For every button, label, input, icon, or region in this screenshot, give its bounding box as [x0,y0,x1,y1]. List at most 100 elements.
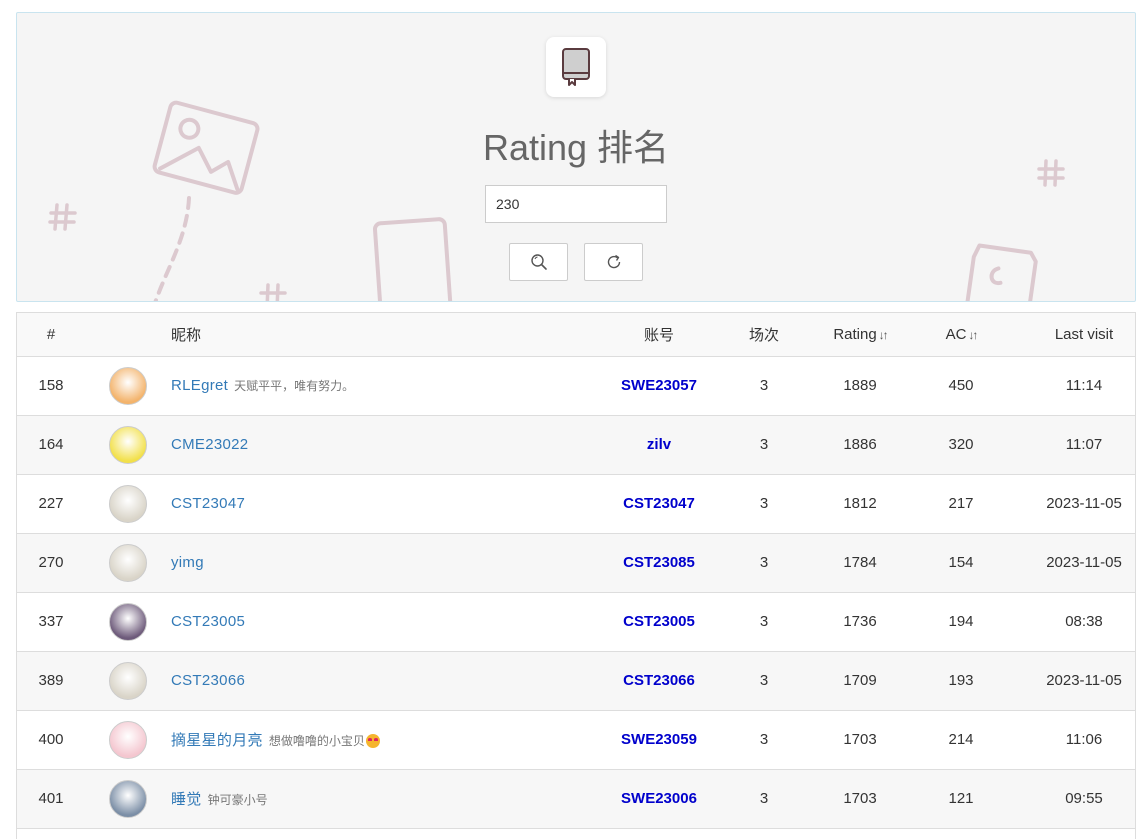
book-icon [562,48,590,86]
rating-cell: 1709 [843,672,877,689]
rank-cell: 270 [38,554,64,571]
rating-cell: 1703 [843,790,877,807]
contests-cell: 3 [759,672,769,689]
header-rating[interactable]: Rating ↓↑ [829,313,891,357]
ac-cell: 121 [948,790,974,807]
ac-cell: 450 [948,377,974,394]
header-ac-label: AC [945,325,967,343]
avatar[interactable] [109,425,147,464]
table-body: 158 RLEgret 天赋平平，唯有努力。 SWE23057 3 1889 450 11:1… [17,356,1135,828]
sort-arrows-icon[interactable]: ↓↑ [879,328,889,342]
account-cell: CST23066 [619,651,699,710]
table-row: 389 CST23066 CST23066 3 1709 193 2023-11-05 [17,651,1135,710]
avatar-cell [85,474,171,533]
nickname-link[interactable]: RLEgret [171,377,228,394]
nickname-cell: yimg [171,533,619,592]
avatar[interactable] [109,602,147,641]
table-row: 270 yimg CST23085 3 1784 154 2023-11-05 [17,533,1135,592]
search-button[interactable] [509,243,568,281]
ac-cell: 320 [948,436,974,453]
header-ac[interactable]: AC ↓↑ [891,313,1031,357]
last-visit-cell: 09:55 [1065,790,1103,807]
account-link[interactable]: SWE23059 [621,731,697,748]
rank-cell: 164 [38,436,64,453]
nickname-link[interactable]: yimg [171,554,204,571]
motto-text: 天赋平平，唯有努力。 [234,379,355,393]
last-visit-cell: 2023-11-05 [1046,672,1122,689]
avatar-cell [85,415,171,474]
contests-cell: 3 [759,377,769,394]
avatar[interactable] [109,661,147,700]
reset-button[interactable] [584,243,643,281]
nickname-link[interactable]: CST23005 [171,613,245,630]
contests-cell: 3 [759,790,769,807]
nickname-link[interactable]: 睡觉 [171,791,202,808]
header-account: 账号 [619,313,699,357]
search-icon [530,254,547,270]
last-visit-cell: 2023-11-05 [1046,495,1122,512]
contests-cell: 3 [759,495,769,512]
logo [546,37,606,97]
last-visit-cell: 11:14 [1065,377,1103,394]
account-link[interactable]: CST23005 [623,613,695,630]
motto-text: 想做噜噜的小宝贝 [268,734,365,748]
ac-cell: 217 [948,495,974,512]
nickname-cell: 摘星星的月亮 想做噜噜的小宝贝 [171,710,619,769]
last-visit-cell: 11:07 [1065,436,1103,453]
contests-cell: 3 [759,436,769,453]
hero-panel: Rating 排名 [16,12,1136,302]
last-visit-cell: 2023-11-05 [1046,554,1122,571]
account-cell: zilv [619,415,699,474]
avatar-cell [85,769,171,828]
page-title: Rating 排名 [482,127,670,168]
nickname-cell: CME23022 [171,415,619,474]
header-avatar [85,313,171,357]
avatar[interactable] [109,779,147,818]
rating-cell: 1703 [843,731,877,748]
rank-cell: 400 [38,731,64,748]
table-row: 227 CST23047 CST23047 3 1812 217 2023-11-05 [17,474,1135,533]
avatar-cell [85,533,171,592]
contests-cell: 3 [759,613,769,630]
rating-cell: 1736 [843,613,877,630]
ac-cell: 194 [948,613,974,630]
header-rating-label: Rating [833,325,877,343]
rating-cell: 1784 [843,554,877,571]
nickname-link[interactable]: CST23047 [171,495,245,512]
sort-arrows-icon[interactable]: ↓↑ [968,328,978,342]
avatar-cell [85,592,171,651]
table-row: 401 睡觉 钟可豪小号 SWE23006 3 1703 121 09:55 [17,769,1135,828]
account-link[interactable]: SWE23006 [621,790,697,807]
account-link[interactable]: CST23085 [623,554,695,571]
avatar[interactable] [109,366,147,405]
account-cell: CST23005 [619,592,699,651]
nickname-cell: 睡觉 钟可豪小号 [171,769,619,828]
nickname-cell: CST23047 [171,474,619,533]
last-visit-cell: 11:06 [1065,731,1103,748]
avatar[interactable] [109,484,147,523]
book-doodle-icon [372,217,453,301]
nickname-link[interactable]: CST23066 [171,672,245,689]
rating-cell: 1886 [843,436,877,453]
motto-text: 钟可豪小号 [207,793,268,807]
rating-table: # 昵称 账号 场次 Rating ↓↑ AC ↓↑ Last visit 158 R… [16,312,1136,839]
header-contests: 场次 [699,313,829,357]
avatar[interactable] [109,720,147,759]
nickname-cell: CST23066 [171,651,619,710]
refresh-icon [607,254,620,269]
search-input[interactable] [485,185,667,223]
avatar[interactable] [109,543,147,582]
nickname-link[interactable]: CME23022 [171,436,248,453]
ac-cell: 154 [948,554,974,571]
account-link[interactable]: zilv [647,436,671,453]
rank-cell: 227 [38,495,64,512]
contests-cell: 3 [759,554,769,571]
avatar-cell [85,356,171,415]
account-link[interactable]: CST23066 [623,672,695,689]
account-link[interactable]: SWE23057 [621,377,697,394]
nickname-link[interactable]: 摘星星的月亮 [171,732,263,749]
hash-doodle-icon [259,283,287,301]
hash-doodle-icon [48,203,77,231]
account-link[interactable]: CST23047 [623,495,695,512]
header-last-visit: Last visit [1031,313,1135,357]
